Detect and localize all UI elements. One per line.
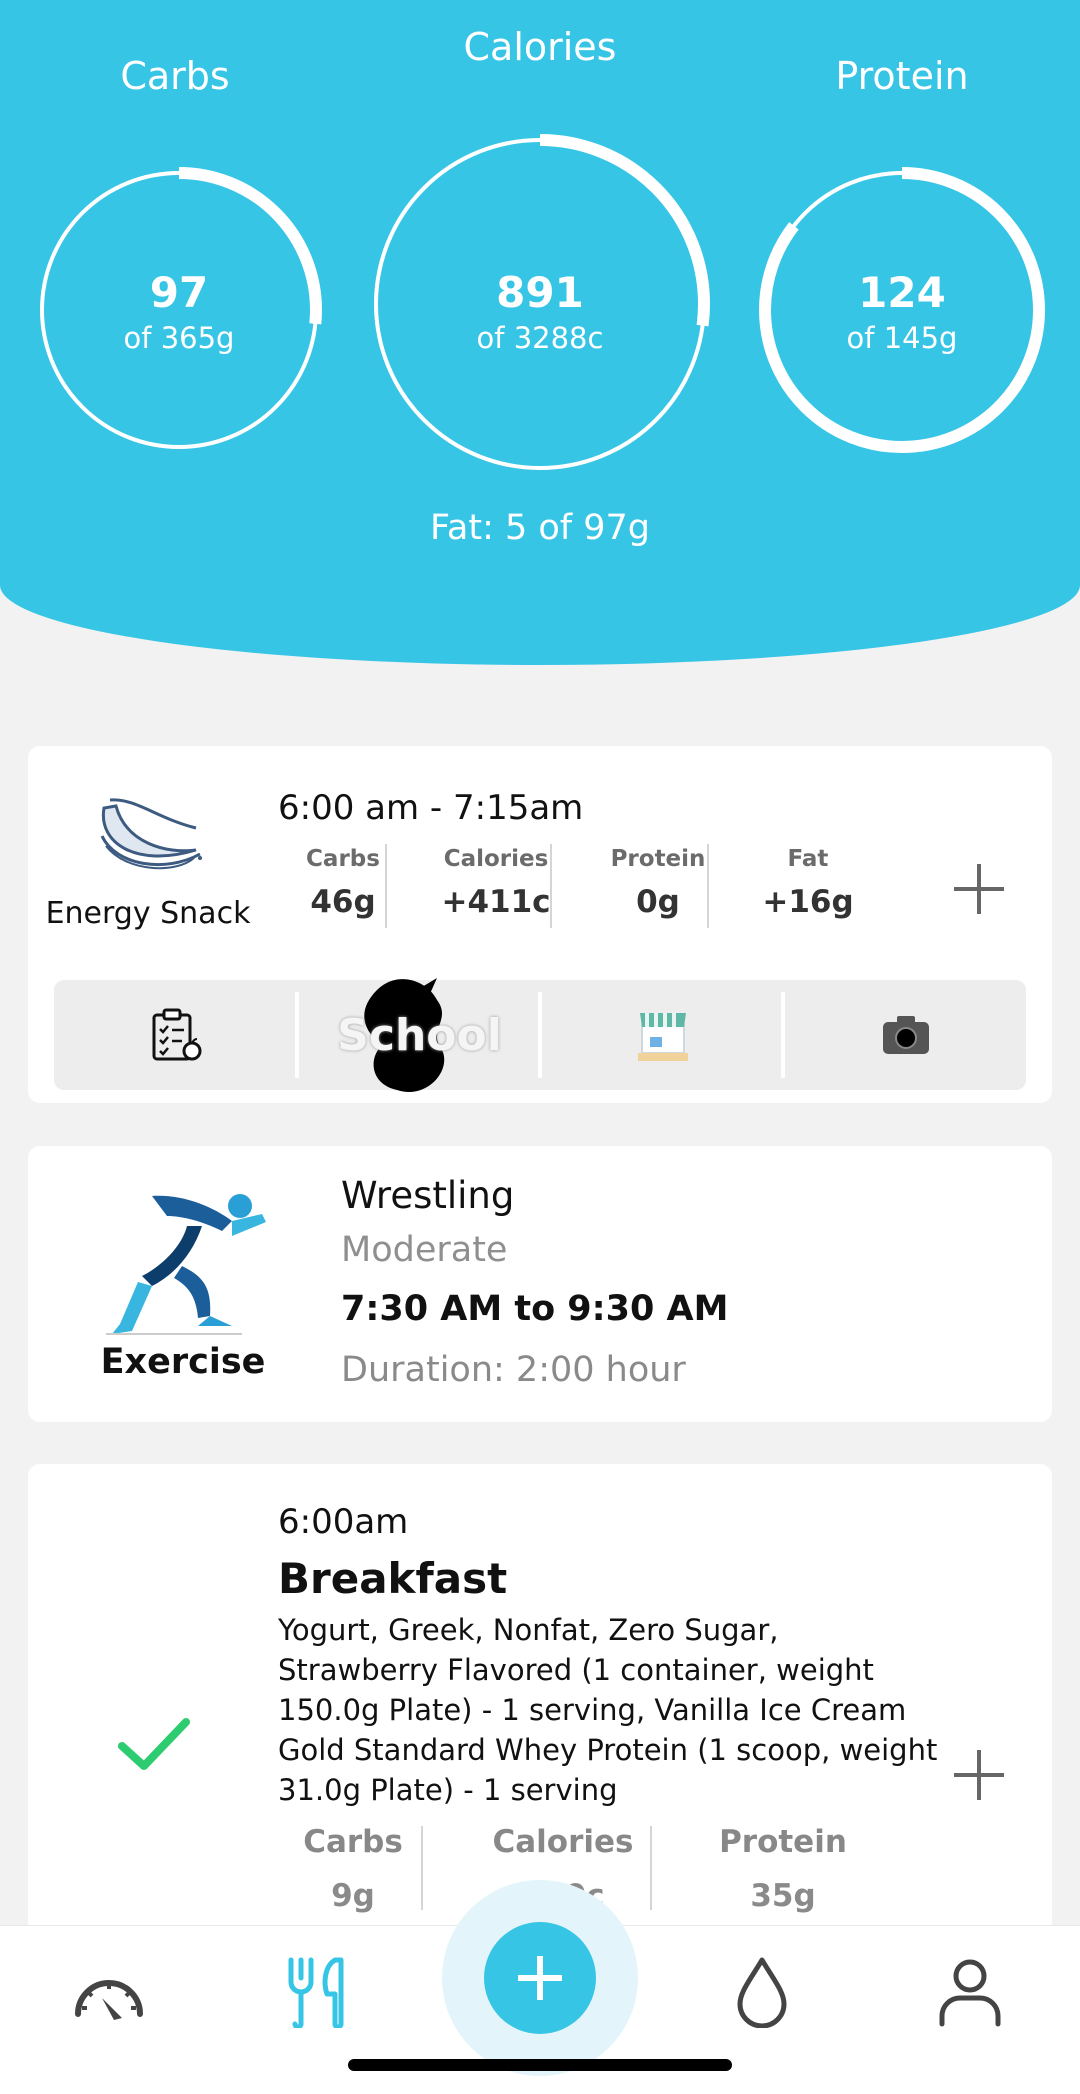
breakfast-time: 6:00am xyxy=(278,1502,409,1542)
dashboard-icon xyxy=(75,1980,143,2020)
macro-label: Carbs xyxy=(303,1824,403,1860)
nav-profile[interactable] xyxy=(938,1958,1002,2032)
macro-label: Calories xyxy=(492,1824,634,1860)
snack-time-range: 6:00 am - 7:15am xyxy=(278,788,584,828)
macro-value: +16g xyxy=(762,884,854,920)
nav-water[interactable] xyxy=(734,1956,790,2032)
protein-value: 124 xyxy=(858,268,946,317)
calories-value: 891 xyxy=(496,268,584,317)
breakfast-macro-protein: Protein 35g xyxy=(678,1824,888,1914)
macro-label: Calories xyxy=(443,846,549,872)
runner-icon xyxy=(106,1194,266,1335)
exercise-card[interactable]: Exercise Wrestling Moderate 7:30 AM to 9… xyxy=(28,1146,1052,1422)
checklist-icon xyxy=(152,1008,201,1061)
snack-macro-fat: Fat +16g xyxy=(728,846,888,920)
snack-macro-protein: Protein 0g xyxy=(583,846,733,920)
energy-snack-card[interactable]: Energy Snack 6:00 am - 7:15am Carbs 46g … xyxy=(28,746,1052,1103)
calories-title: Calories xyxy=(463,25,617,69)
store-button[interactable] xyxy=(542,980,783,1090)
profile-icon xyxy=(939,1959,1001,2027)
exercise-name: Wrestling xyxy=(341,1174,515,1217)
exercise-intensity: Moderate xyxy=(341,1230,508,1270)
check-icon[interactable] xyxy=(118,1716,190,1772)
school-label: School xyxy=(337,1009,502,1061)
exercise-label: Exercise xyxy=(100,1342,266,1382)
carbs-value: 97 xyxy=(149,268,209,317)
macro-value: +411c xyxy=(441,884,551,920)
macro-label: Protein xyxy=(610,846,706,872)
add-snack-button[interactable] xyxy=(954,864,1004,914)
snack-action-bar: School xyxy=(54,978,1026,1092)
water-drop-icon xyxy=(737,1957,787,2029)
snack-macro-calories: Calories +411c xyxy=(416,846,576,920)
protein-title: Protein xyxy=(835,54,969,98)
protein-of-label: of 145g xyxy=(846,321,958,355)
nav-dashboard[interactable] xyxy=(72,1962,146,2026)
exercise-time: 7:30 AM to 9:30 AM xyxy=(341,1289,729,1329)
add-button[interactable] xyxy=(484,1922,596,2034)
nav-meals[interactable] xyxy=(285,1956,351,2032)
divider xyxy=(650,1826,652,1910)
home-indicator[interactable] xyxy=(348,2059,732,2071)
add-breakfast-button[interactable] xyxy=(954,1750,1004,1800)
macro-value: 9g xyxy=(331,1878,375,1914)
breakfast-description: Yogurt, Greek, Nonfat, Zero Sugar, Straw… xyxy=(278,1613,938,1807)
exercise-duration: Duration: 2:00 hour xyxy=(341,1350,686,1390)
divider xyxy=(550,844,552,928)
macro-value: 0g xyxy=(636,884,680,920)
macro-value: 35g xyxy=(750,1878,816,1914)
macro-value: 46g xyxy=(310,884,376,920)
divider xyxy=(421,1826,423,1910)
divider xyxy=(385,844,387,928)
carbs-title: Carbs xyxy=(120,54,230,98)
banana-icon xyxy=(100,798,202,870)
summary-header: Carbs Calories Protein 97 of 365g 891 of… xyxy=(0,0,1080,665)
utensils-icon xyxy=(288,1957,344,2030)
camera-icon xyxy=(882,1016,929,1054)
carbs-of-label: of 365g xyxy=(123,321,235,355)
macro-label: Fat xyxy=(787,846,829,872)
breakfast-title: Breakfast xyxy=(278,1554,508,1603)
snack-label: Energy Snack xyxy=(45,896,251,931)
camera-button[interactable] xyxy=(785,980,1026,1090)
breakfast-macro-carbs: Carbs 9g xyxy=(258,1824,448,1914)
divider xyxy=(707,844,709,928)
store-icon xyxy=(637,1013,688,1061)
fat-summary: Fat: 5 of 97g xyxy=(429,508,650,548)
calories-of-label: of 3288c xyxy=(476,321,604,355)
school-button[interactable]: School xyxy=(299,978,540,1092)
macro-label: Protein xyxy=(719,1824,847,1860)
checklist-button[interactable] xyxy=(54,980,297,1090)
macro-label: Carbs xyxy=(306,846,380,872)
snack-macro-carbs: Carbs 46g xyxy=(278,846,408,920)
